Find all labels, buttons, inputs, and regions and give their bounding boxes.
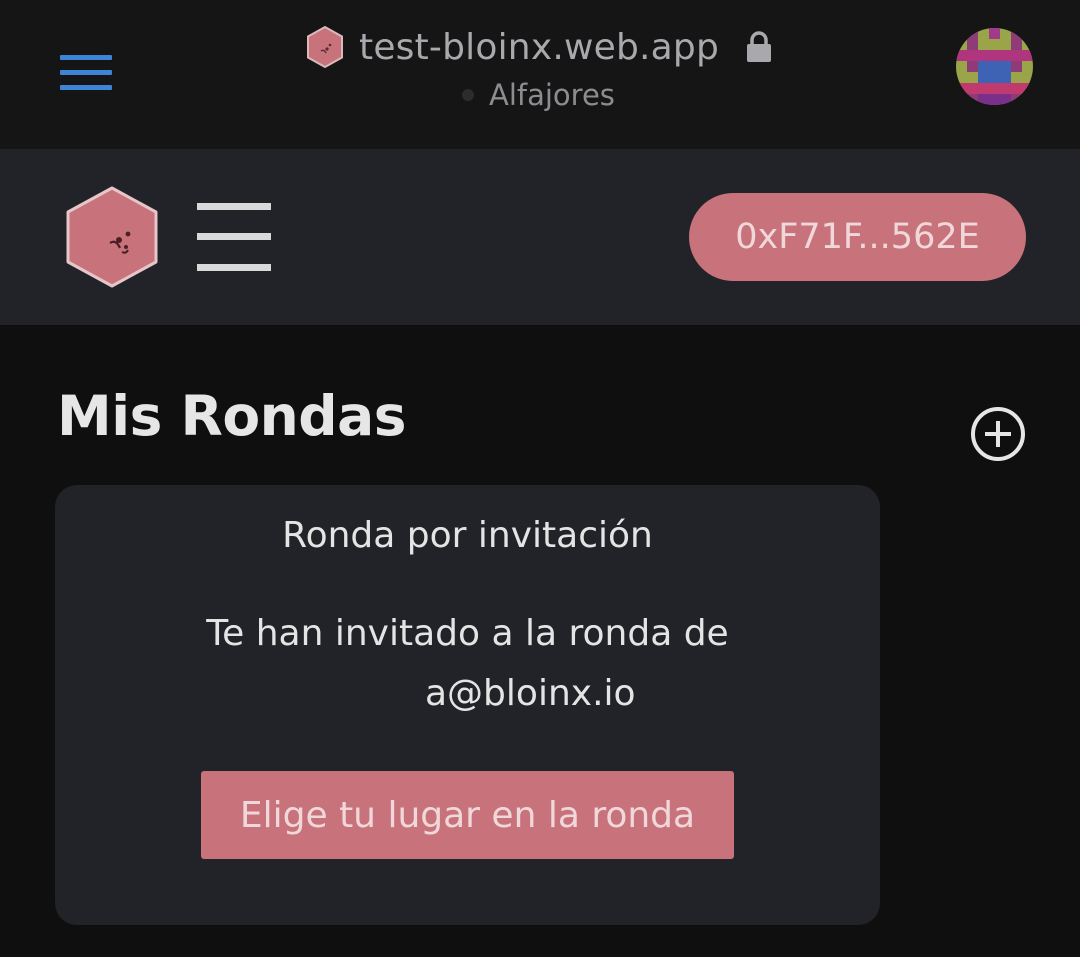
network-indicator: Alfajores [462, 78, 615, 112]
site-info[interactable]: test-bloinx.web.app Alfajores [250, 20, 830, 120]
card-title: Ronda por invitación [282, 515, 653, 556]
status-dot-icon [462, 89, 474, 101]
choose-place-button[interactable]: Elige tu lugar en la ronda [201, 771, 734, 859]
browser-bar: test-bloinx.web.app Alfajores [0, 0, 1080, 149]
page-title: Mis Rondas [57, 384, 406, 448]
plus-circle-icon[interactable] [970, 406, 1026, 462]
network-name: Alfajores [489, 78, 615, 112]
wallet-address-button[interactable]: 0xF71F...562E [689, 193, 1026, 281]
bloinx-favicon-icon [307, 25, 343, 69]
site-url-row: test-bloinx.web.app [305, 24, 773, 70]
browser-menu-icon[interactable] [60, 55, 112, 91]
lock-icon [747, 31, 772, 62]
bloinx-logo-icon[interactable] [64, 185, 160, 289]
account-avatar[interactable] [956, 28, 1033, 105]
inviter-email: a@bloinx.io [425, 673, 636, 714]
site-url: test-bloinx.web.app [359, 26, 720, 68]
identicon-avatar [956, 28, 1033, 105]
invitation-message: Te han invitado a la ronda de [206, 613, 729, 654]
app-menu-icon[interactable] [197, 203, 271, 271]
app-header: 0xF71F...562E [0, 149, 1080, 325]
invitation-card: Ronda por invitación Te han invitado a l… [55, 485, 880, 925]
